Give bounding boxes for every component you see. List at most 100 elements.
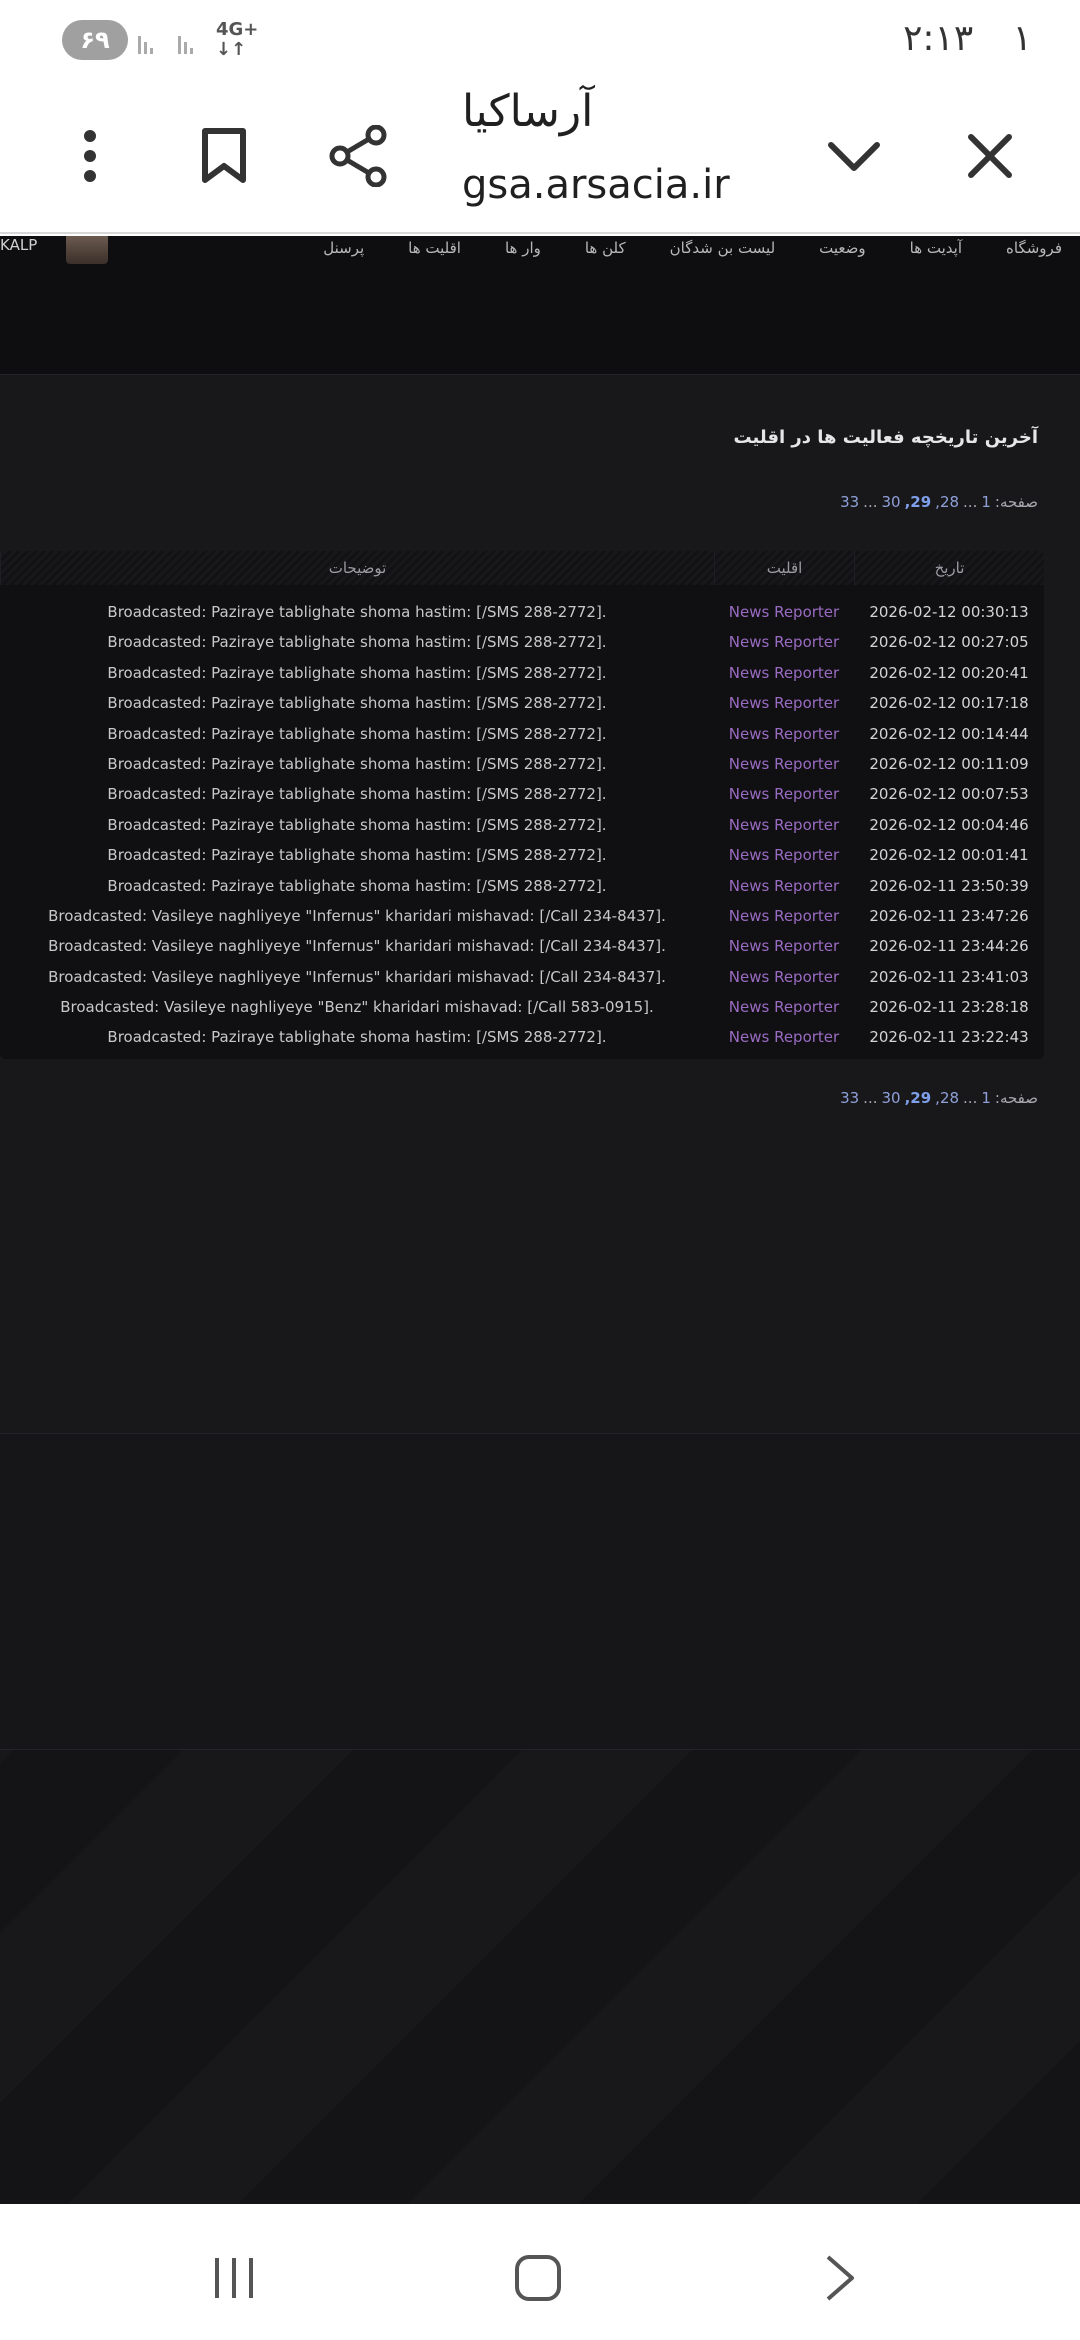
nav-item-personnel[interactable]: پرسنل — [323, 236, 364, 276]
row-description: Broadcasted: Paziraye tablighate shoma h… — [107, 694, 607, 713]
row-faction[interactable]: News Reporter — [714, 871, 854, 901]
row-faction[interactable]: News Reporter — [714, 840, 854, 870]
nav-item-status[interactable]: وضعیت — [819, 236, 865, 276]
header-description[interactable]: توضیحات — [0, 551, 714, 585]
close-icon[interactable] — [950, 116, 1030, 196]
page-link[interactable]: 28, — [935, 1089, 959, 1107]
share-icon[interactable] — [318, 116, 398, 196]
more-vert-icon[interactable] — [50, 116, 130, 196]
row-date: 2026-02-12 00:20:41 — [869, 663, 1029, 682]
row-faction[interactable]: News Reporter — [714, 719, 854, 749]
back-icon[interactable] — [810, 2248, 870, 2308]
row-description: Broadcasted: Paziraye tablighate shoma h… — [107, 1028, 607, 1047]
row-faction[interactable]: News Reporter — [714, 779, 854, 809]
row-faction[interactable]: News Reporter — [714, 992, 854, 1022]
row-faction[interactable]: News Reporter — [714, 597, 854, 627]
table-row: 2026-02-11 23:41:03 News Reporter Broadcas… — [0, 962, 1044, 992]
page-current: 29, — [904, 493, 932, 511]
row-date: 2026-02-12 00:07:53 — [869, 785, 1029, 804]
nav-item-updates[interactable]: آپدیت ها — [910, 236, 962, 276]
pagination-top: صفحه: 1 ... 28, 29, 30 ... 33 — [840, 493, 1038, 511]
row-faction[interactable]: News Reporter — [714, 749, 854, 779]
page-link-first[interactable]: 1 — [981, 493, 991, 511]
table-row: 2026-02-11 23:47:26 News Reporter Broadcas… — [0, 901, 1044, 931]
row-description: Broadcasted: Paziraye tablighate shoma h… — [107, 663, 607, 682]
row-description: Broadcasted: Paziraye tablighate shoma h… — [107, 876, 607, 895]
header-date[interactable]: تاریخ — [854, 551, 1044, 585]
page-link-last[interactable]: 33 — [840, 1089, 859, 1107]
row-faction[interactable]: News Reporter — [714, 931, 854, 961]
row-description: Broadcasted: Vasileye naghliyeye "Infern… — [48, 937, 666, 956]
row-date: 2026-02-11 23:44:26 — [869, 937, 1029, 956]
row-date: 2026-02-12 00:14:44 — [869, 724, 1029, 743]
system-nav-bar — [0, 2204, 1080, 2340]
table-row: 2026-02-12 00:20:41 News Reporter Broadcas… — [0, 658, 1044, 688]
avatar[interactable] — [66, 236, 108, 264]
username[interactable]: KALP — [0, 236, 37, 254]
row-description: Broadcasted: Paziraye tablighate shoma h… — [107, 603, 607, 621]
row-date: 2026-02-11 23:47:26 — [869, 906, 1029, 925]
signal-icon — [138, 36, 193, 54]
activity-panel: آخرین تاریخچه فعالیت ها در اقلیت صفحه: 1… — [0, 374, 1080, 1434]
table-row: 2026-02-12 00:04:46 News Reporter Broadcas… — [0, 810, 1044, 840]
row-faction[interactable]: News Reporter — [714, 627, 854, 657]
nav-item-clans[interactable]: کلن ها — [585, 236, 626, 276]
nav-menu: پرسنل اقلیت ها وار ها کلن ها لیست بن شدگ… — [323, 236, 1062, 276]
row-date: 2026-02-11 23:41:03 — [869, 967, 1029, 986]
footer-block — [0, 1434, 1080, 1750]
status-bar: ۶۹ 4G+ ↓↑ ۱ ۲:۱۳ — [0, 0, 1080, 80]
row-description: Broadcasted: Paziraye tablighate shoma h… — [107, 815, 607, 834]
page-link[interactable]: 30 — [881, 493, 900, 511]
table-row: 2026-02-11 23:22:43 News Reporter Broadcas… — [0, 1022, 1044, 1052]
table-row: 2026-02-12 00:27:05 News Reporter Broadcas… — [0, 627, 1044, 657]
nav-item-shop[interactable]: فروشگاه — [1006, 236, 1062, 276]
row-faction[interactable]: News Reporter — [714, 962, 854, 992]
nav-item-factions[interactable]: اقلیت ها — [408, 236, 461, 276]
clock: ۱ ۲:۱۳ — [903, 18, 1032, 59]
url-text[interactable]: gsa.arsacia.ir — [462, 162, 730, 208]
page-title: آرساکیا — [462, 86, 594, 137]
row-description: Broadcasted: Paziraye tablighate shoma h… — [107, 785, 607, 804]
row-description: Broadcasted: Paziraye tablighate shoma h… — [107, 846, 607, 865]
row-faction[interactable]: News Reporter — [714, 688, 854, 718]
page-link[interactable]: 28, — [935, 493, 959, 511]
page-link-last[interactable]: 33 — [840, 493, 859, 511]
pagination-ellipsis: ... — [963, 493, 978, 511]
table-row: 2026-02-12 00:11:09 News Reporter Broadcas… — [0, 749, 1044, 779]
table-row: 2026-02-11 23:50:39 News Reporter Broadcas… — [0, 871, 1044, 901]
row-faction[interactable]: News Reporter — [714, 810, 854, 840]
table-row: 2026-02-12 00:14:44 News Reporter Broadcas… — [0, 719, 1044, 749]
row-date: 2026-02-12 00:04:46 — [869, 815, 1029, 834]
bookmark-icon[interactable] — [184, 116, 264, 196]
nav-item-banlist[interactable]: لیست بن شدگان — [670, 236, 776, 276]
pagination-label: صفحه: — [994, 493, 1038, 511]
pagination-label: صفحه: — [994, 1089, 1038, 1107]
table-row: 2026-02-11 23:44:26 News Reporter Broadcas… — [0, 931, 1044, 961]
browser-toolbar: آرساکیا gsa.arsacia.ir — [0, 80, 1080, 234]
row-description: Broadcasted: Paziraye tablighate shoma h… — [107, 724, 607, 743]
table-body: 2026-02-12 00:30:13 News Reporter Broadcas… — [0, 585, 1044, 1059]
home-icon[interactable] — [508, 2248, 568, 2308]
pagination-ellipsis: ... — [963, 1089, 978, 1107]
row-faction[interactable]: News Reporter — [714, 658, 854, 688]
header-faction[interactable]: اقلیت — [714, 551, 854, 585]
pagination-ellipsis: ... — [863, 1089, 878, 1107]
row-description: Broadcasted: Vasileye naghliyeye "Benz" … — [60, 998, 654, 1017]
nav-item-wars[interactable]: وار ها — [505, 236, 541, 276]
page-heading: آخرین تاریخچه فعالیت ها در اقلیت — [733, 427, 1038, 448]
table-row: 2026-02-12 00:01:41 News Reporter Broadcas… — [0, 840, 1044, 870]
row-description: Broadcasted: Paziraye tablighate shoma h… — [107, 754, 607, 773]
row-faction[interactable]: News Reporter — [714, 1022, 854, 1052]
pagination-bottom: صفحه: 1 ... 28, 29, 30 ... 33 — [840, 1089, 1038, 1107]
web-content: پرسنل اقلیت ها وار ها کلن ها لیست بن شدگ… — [0, 236, 1080, 2204]
table-row: 2026-02-12 00:07:53 News Reporter Broadcas… — [0, 779, 1044, 809]
page-link-first[interactable]: 1 — [981, 1089, 991, 1107]
row-faction[interactable]: News Reporter — [714, 901, 854, 931]
row-description: Broadcasted: Paziraye tablighate shoma h… — [107, 633, 607, 652]
recents-icon[interactable] — [204, 2248, 264, 2308]
table-row: 2026-02-11 23:28:18 News Reporter Broadcas… — [0, 992, 1044, 1022]
page-current: 29, — [904, 1089, 932, 1107]
table-header: تاریخ اقلیت توضیحات — [0, 551, 1044, 585]
page-link[interactable]: 30 — [881, 1089, 900, 1107]
chevron-down-icon[interactable] — [814, 116, 894, 196]
